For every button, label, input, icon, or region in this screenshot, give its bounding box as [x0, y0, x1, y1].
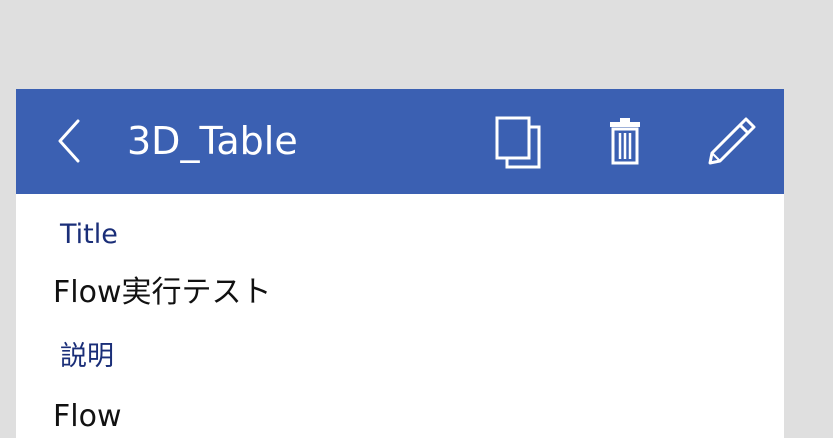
detail-screen: 3D_Table Title Flow実行テスト 説明 Flow	[16, 89, 784, 438]
pencil-icon[interactable]	[706, 115, 758, 167]
description-field-label: 説明	[60, 341, 114, 372]
trash-icon[interactable]	[606, 117, 644, 167]
title-field-value: Flow実行テスト	[53, 275, 272, 310]
header-bar: 3D_Table	[16, 89, 784, 194]
title-field-label: Title	[60, 219, 118, 250]
description-field-value: Flow	[53, 399, 122, 434]
page-title: 3D_Table	[127, 119, 298, 163]
chevron-left-icon[interactable]	[54, 117, 84, 165]
copy-icon[interactable]	[494, 115, 546, 171]
